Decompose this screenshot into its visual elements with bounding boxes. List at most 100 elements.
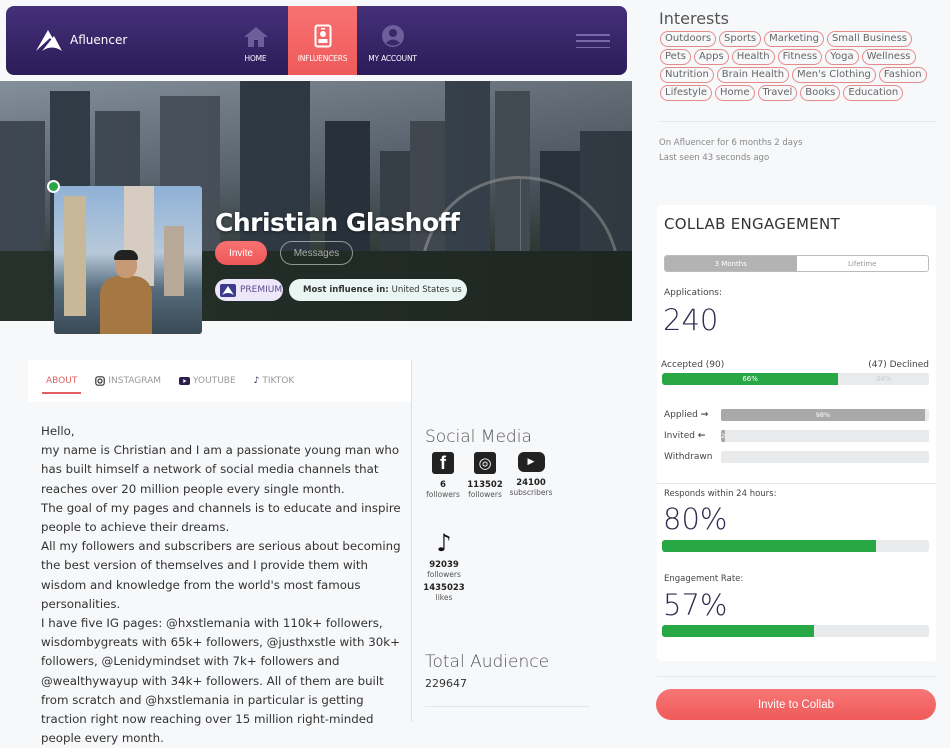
instagram-icon: ◎ xyxy=(474,452,496,474)
id-card-icon xyxy=(314,24,331,48)
interest-chip[interactable]: Travel xyxy=(757,85,798,101)
brand-name: Afluencer xyxy=(70,33,128,47)
declined-label: (47) Declined xyxy=(868,360,929,370)
divider xyxy=(657,483,936,484)
tiktok-icon: ♪ xyxy=(436,529,452,557)
collab-engagement-card: COLLAB ENGAGEMENT 3 Months Lifetime Appl… xyxy=(657,205,936,661)
divider xyxy=(657,676,936,677)
home-icon xyxy=(243,27,268,47)
interest-chip[interactable]: Small Business xyxy=(826,31,913,47)
applications-label: Applications: xyxy=(664,288,723,298)
online-status-dot xyxy=(47,180,60,193)
social-youtube[interactable]: ▶ 24100 subscribers xyxy=(506,452,556,497)
respond-bar xyxy=(662,540,929,552)
source-withdrawn: Withdrawn xyxy=(664,452,712,462)
about-text: Hello, my name is Christian and I am a p… xyxy=(41,422,409,748)
tab-instagram-label: INSTAGRAM xyxy=(108,376,162,386)
tiktok-followers-unit: followers xyxy=(427,570,461,579)
range-3-months[interactable]: 3 Months xyxy=(665,256,797,271)
influence-badge: Most influence in: United States us xyxy=(289,279,467,301)
interest-chip[interactable]: Lifestyle xyxy=(660,85,713,101)
divider xyxy=(411,360,412,722)
arrow-left-icon: ← xyxy=(697,431,706,441)
afluencer-logo-icon xyxy=(36,30,62,51)
nav-influencers[interactable]: INFLUENCERS xyxy=(288,6,357,75)
interest-chip[interactable]: Fitness xyxy=(777,49,823,65)
youtube-unit: subscribers xyxy=(509,488,553,497)
interest-chip[interactable]: Books xyxy=(800,85,841,101)
total-audience-title: Total Audience xyxy=(425,652,550,672)
collab-engagement-title: COLLAB ENGAGEMENT xyxy=(664,215,840,233)
social-instagram[interactable]: ◎ 113502 followers xyxy=(460,452,510,499)
premium-icon xyxy=(220,283,236,297)
divider xyxy=(425,706,590,707)
interest-chip[interactable]: Fashion xyxy=(878,67,927,83)
tab-about[interactable]: ABOUT xyxy=(42,360,82,402)
youtube-icon: ▶ xyxy=(517,452,545,472)
premium-badge: PREMIUM xyxy=(215,279,283,301)
profile-avatar[interactable] xyxy=(54,186,202,334)
declined-remainder: 34% xyxy=(875,375,892,383)
engagement-rate-value: 57% xyxy=(663,588,728,622)
tab-tiktok[interactable]: ♪ TIKTOK xyxy=(250,360,299,402)
interest-chips: Outdoors Sports Marketing Small Business Pet… xyxy=(660,31,945,101)
interest-chip[interactable]: Education xyxy=(843,85,904,101)
social-tiktok[interactable]: ♪ 92039 followers 1435023 likes xyxy=(419,529,469,602)
interest-chip[interactable]: Sports xyxy=(719,31,762,47)
messages-button[interactable]: Messages xyxy=(280,241,353,265)
total-audience-value: 229647 xyxy=(425,677,467,690)
invite-to-collab-button[interactable]: Invite to Collab xyxy=(656,689,936,720)
hamburger-menu-icon[interactable] xyxy=(576,34,610,48)
interest-chip[interactable]: Home xyxy=(715,85,755,101)
facebook-icon: f xyxy=(432,452,454,474)
brand-logo[interactable]: Afluencer xyxy=(34,28,127,52)
about-line: All my followers and subscribers are ser… xyxy=(41,539,401,611)
interest-chip[interactable]: Pets xyxy=(660,49,691,65)
social-media-title: Social Media xyxy=(425,427,532,447)
instagram-icon xyxy=(95,376,106,386)
influence-label: Most influence in: xyxy=(303,285,389,295)
nav-home[interactable]: HOME xyxy=(221,6,290,75)
interest-chip[interactable]: Apps xyxy=(693,49,729,65)
interest-chip[interactable]: Outdoors xyxy=(660,31,717,47)
arrow-right-icon: → xyxy=(700,410,709,420)
interest-chip[interactable]: Nutrition xyxy=(660,67,714,83)
withdrawn-label: Withdrawn xyxy=(664,452,713,462)
invited-fill: 2 xyxy=(721,430,726,442)
user-circle-icon xyxy=(381,25,404,47)
interest-chip[interactable]: Marketing xyxy=(764,31,824,47)
divider xyxy=(659,121,936,122)
profile-name: Christian Glashoff xyxy=(215,208,460,237)
tab-youtube[interactable]: YOUTUBE xyxy=(175,360,240,402)
about-line: The goal of my pages and channels is to … xyxy=(41,500,401,535)
tiktok-followers-count: 92039 xyxy=(429,560,459,570)
tiktok-likes-unit: likes xyxy=(435,593,453,602)
source-applied: Applied → xyxy=(664,410,708,420)
tab-instagram[interactable]: INSTAGRAM xyxy=(91,360,165,402)
applied-bar: 98% xyxy=(721,409,929,421)
top-navbar: Afluencer HOME INFLUENCERS MY ACCOUNT xyxy=(6,6,627,75)
applied-fill: 98% xyxy=(721,409,925,421)
interest-chip[interactable]: Brain Health xyxy=(716,67,790,83)
accepted-declined-bar: 66% 34% xyxy=(662,373,929,385)
invited-label: Invited xyxy=(664,431,695,441)
tab-about-label: ABOUT xyxy=(46,376,78,386)
invite-button[interactable]: Invite xyxy=(215,241,267,265)
engagement-rate-label: Engagement Rate: xyxy=(664,574,744,584)
interest-chip[interactable]: Yoga xyxy=(825,49,859,65)
about-line: Hello, xyxy=(41,424,75,438)
interest-chip[interactable]: Wellness xyxy=(861,49,916,65)
interest-chip[interactable]: Men's Clothing xyxy=(792,67,876,83)
range-toggle: 3 Months Lifetime xyxy=(664,255,929,272)
applications-value: 240 xyxy=(663,303,719,337)
source-invited: Invited ← xyxy=(664,431,705,441)
applied-label: Applied xyxy=(664,410,698,420)
interest-chip[interactable]: Health xyxy=(731,49,775,65)
about-line: I have five IG pages: @hxstlemania with … xyxy=(41,616,400,746)
nav-my-account[interactable]: MY ACCOUNT xyxy=(358,6,427,75)
profile-tabs: ABOUT INSTAGRAM YOUTUBE ♪ TIKTOK xyxy=(28,360,411,402)
member-since: On Afluencer for 6 months 2 days xyxy=(659,138,803,148)
range-lifetime[interactable]: Lifetime xyxy=(796,256,928,271)
interests-title: Interests xyxy=(659,9,729,28)
nav-influencers-label: INFLUENCERS xyxy=(297,54,348,63)
